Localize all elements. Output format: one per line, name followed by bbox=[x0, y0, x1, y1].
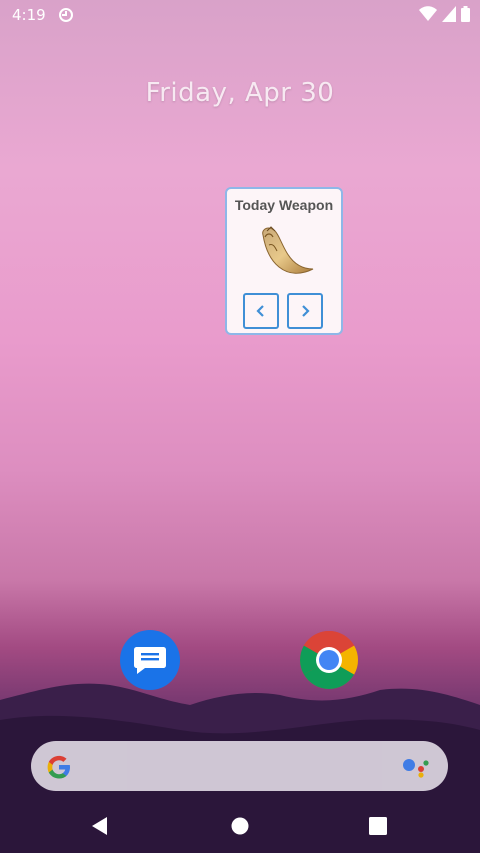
do-not-disturb-icon bbox=[58, 8, 73, 22]
messages-app-icon[interactable] bbox=[120, 630, 180, 690]
horn-weapon-image bbox=[262, 226, 314, 274]
recents-icon[interactable] bbox=[366, 814, 390, 838]
battery-icon bbox=[461, 6, 470, 22]
google-search-bar[interactable] bbox=[31, 741, 448, 791]
cell-signal-icon bbox=[442, 6, 456, 22]
widget-prev-button[interactable] bbox=[243, 293, 279, 329]
widget-next-button[interactable] bbox=[287, 293, 323, 329]
assistant-icon[interactable] bbox=[402, 755, 430, 779]
status-icons bbox=[419, 6, 470, 22]
status-bar: 4:19 bbox=[0, 0, 480, 30]
today-weapon-widget[interactable]: Today Weapon bbox=[225, 187, 343, 335]
home-icon[interactable] bbox=[228, 814, 252, 838]
messages-icon bbox=[134, 647, 166, 674]
chevron-left-icon bbox=[256, 305, 264, 317]
navigation-bar bbox=[0, 800, 480, 853]
chrome-icon bbox=[300, 631, 358, 689]
widget-title: Today Weapon bbox=[234, 197, 334, 213]
chrome-app-icon[interactable] bbox=[299, 630, 359, 690]
chevron-right-icon bbox=[302, 305, 310, 317]
wifi-icon bbox=[419, 6, 437, 21]
date-text[interactable]: Friday, Apr 30 bbox=[0, 78, 480, 108]
status-time: 4:19 bbox=[12, 6, 46, 24]
home-screen: 4:19 Friday, Apr 30 Today Weapon bbox=[0, 0, 480, 853]
back-icon[interactable] bbox=[88, 814, 112, 838]
google-g-icon bbox=[47, 755, 70, 779]
